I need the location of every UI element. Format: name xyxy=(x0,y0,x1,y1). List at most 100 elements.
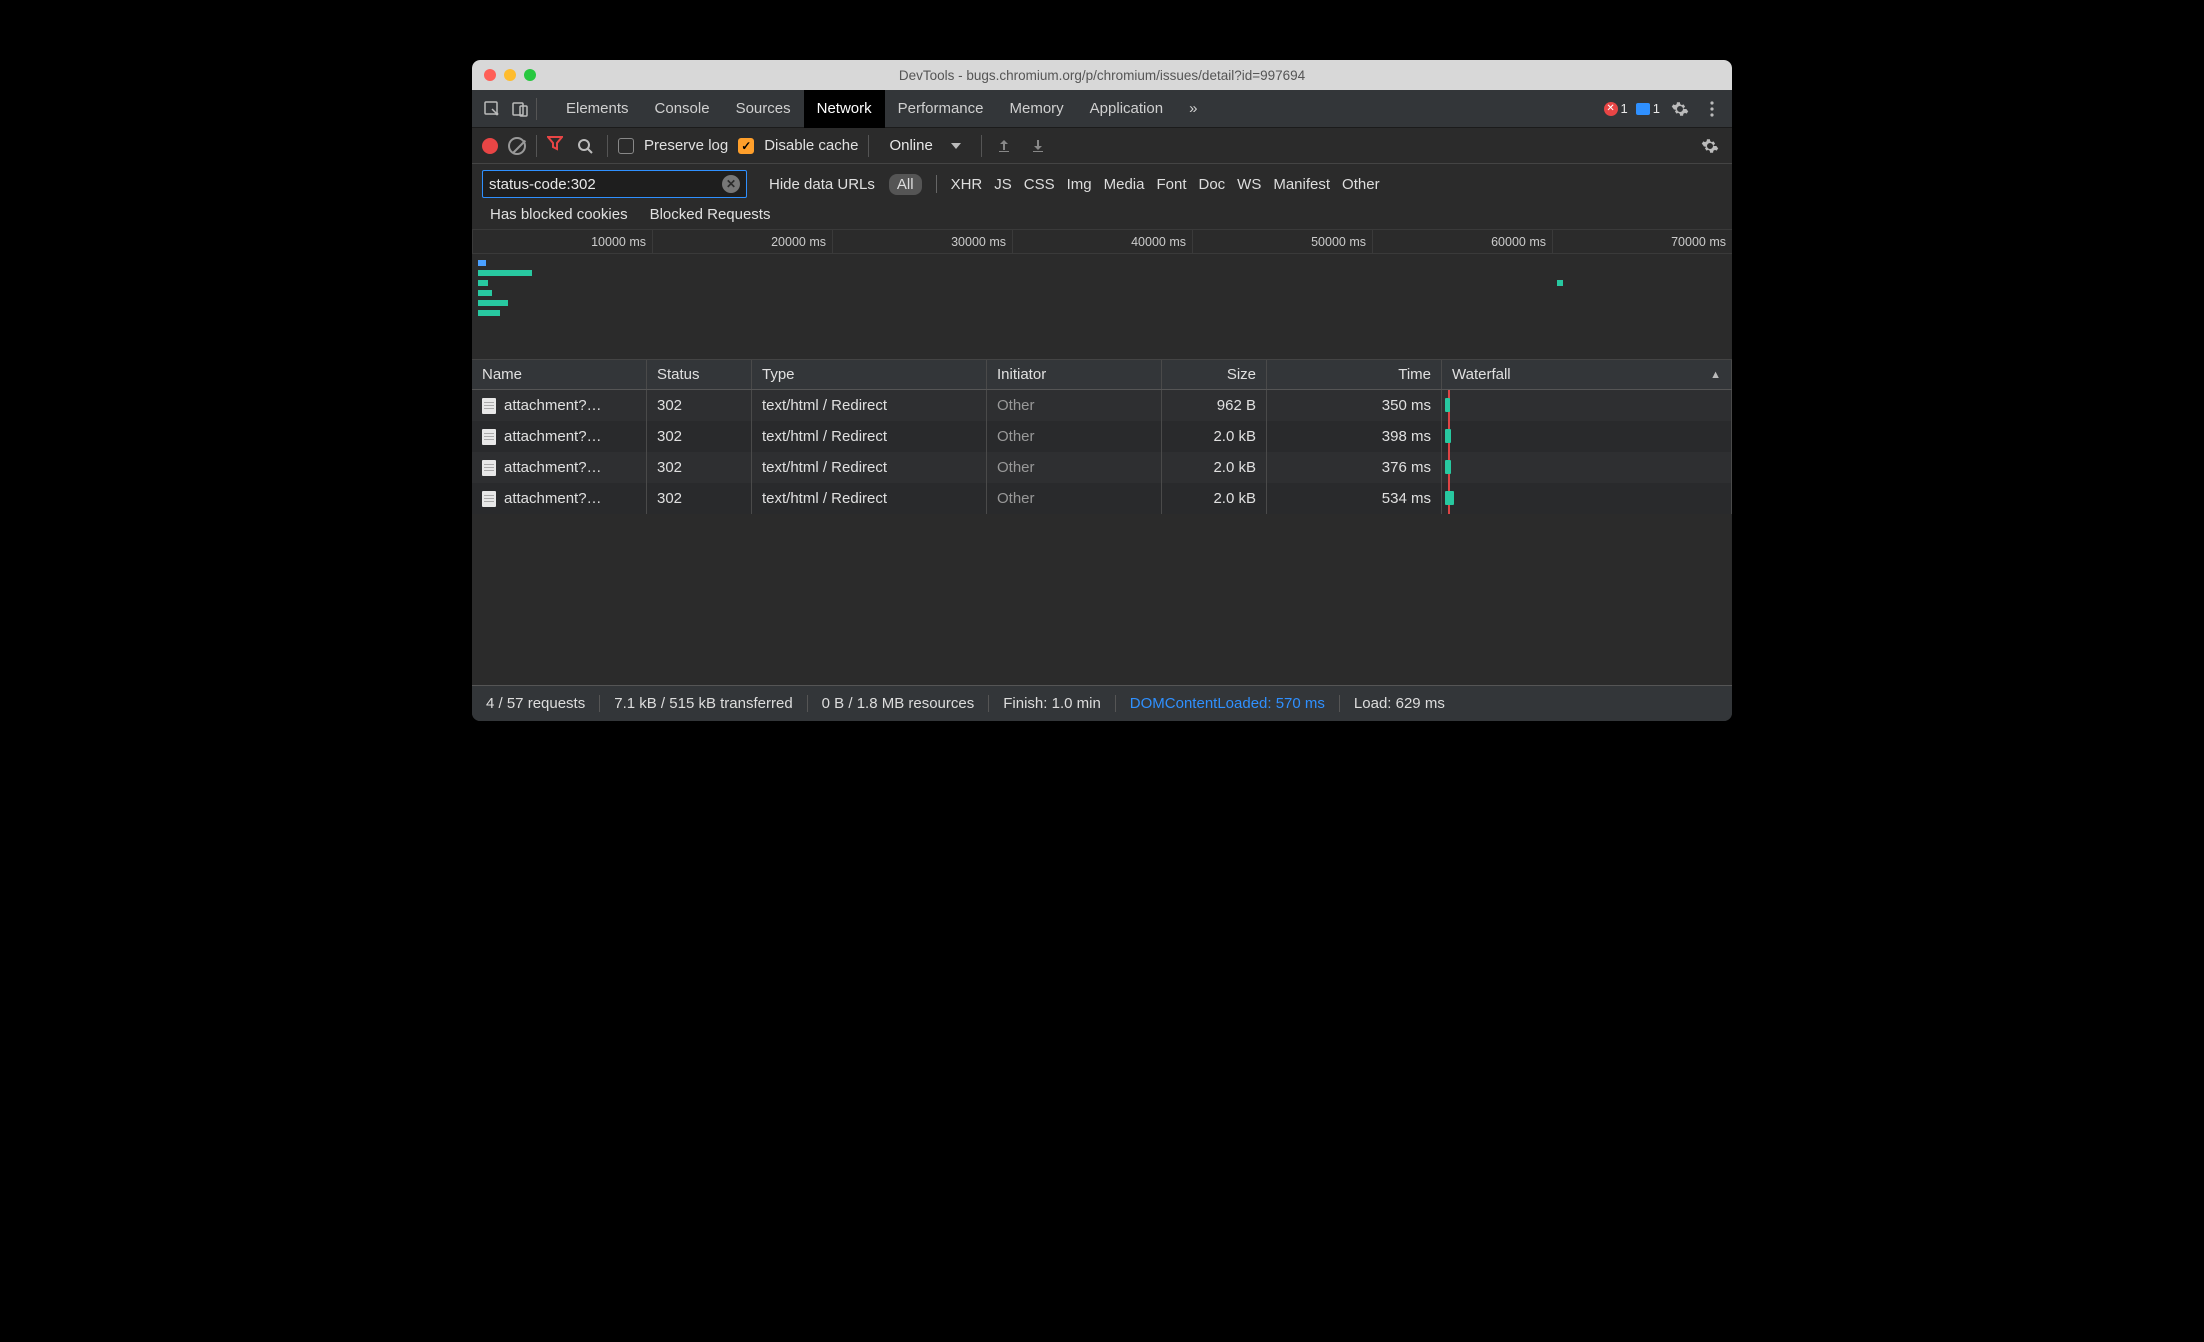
error-count: 1 xyxy=(1621,101,1628,116)
tab-elements[interactable]: Elements xyxy=(553,90,642,128)
cell-name: attachment?… xyxy=(504,459,602,476)
network-toolbar: Preserve log ✓ Disable cache Online xyxy=(472,128,1732,164)
tab-performance[interactable]: Performance xyxy=(885,90,997,128)
type-filter-manifest[interactable]: Manifest xyxy=(1273,176,1330,193)
error-badge[interactable]: ✕ 1 xyxy=(1604,101,1628,116)
file-icon xyxy=(482,429,496,445)
type-filter-js[interactable]: JS xyxy=(994,176,1012,193)
table-row[interactable]: attachment?… 302 text/html / Redirect Ot… xyxy=(472,421,1732,452)
type-filter-all[interactable]: All xyxy=(889,174,922,195)
cell-status: 302 xyxy=(647,483,752,514)
cell-size: 2.0 kB xyxy=(1162,452,1267,483)
cell-initiator: Other xyxy=(987,452,1162,483)
tab-console[interactable]: Console xyxy=(642,90,723,128)
cell-type: text/html / Redirect xyxy=(752,452,987,483)
table-row[interactable]: attachment?… 302 text/html / Redirect Ot… xyxy=(472,452,1732,483)
cell-time: 350 ms xyxy=(1267,390,1442,421)
filter-icon[interactable] xyxy=(547,135,563,156)
panel-tabs: Elements Console Sources Network Perform… xyxy=(553,90,1210,128)
clear-filter-icon[interactable]: ✕ xyxy=(722,175,740,193)
preserve-log-label: Preserve log xyxy=(644,137,728,154)
col-header-status[interactable]: Status xyxy=(647,360,752,389)
timeline-tick: 70000 ms xyxy=(1552,230,1732,253)
cell-size: 2.0 kB xyxy=(1162,483,1267,514)
timeline-tick: 40000 ms xyxy=(1012,230,1192,253)
cell-status: 302 xyxy=(647,390,752,421)
network-table-body: attachment?… 302 text/html / Redirect Ot… xyxy=(472,390,1732,685)
col-header-waterfall-label: Waterfall xyxy=(1452,366,1511,383)
device-toggle-icon[interactable] xyxy=(508,97,532,121)
inspect-icon[interactable] xyxy=(480,97,504,121)
cell-size: 2.0 kB xyxy=(1162,421,1267,452)
timeline-overview[interactable]: 10000 ms 20000 ms 30000 ms 40000 ms 5000… xyxy=(472,230,1732,360)
file-icon xyxy=(482,491,496,507)
record-button[interactable] xyxy=(482,138,498,154)
table-row[interactable]: attachment?… 302 text/html / Redirect Ot… xyxy=(472,483,1732,514)
col-header-initiator[interactable]: Initiator xyxy=(987,360,1162,389)
panel-settings-icon[interactable] xyxy=(1698,134,1722,158)
col-header-size[interactable]: Size xyxy=(1162,360,1267,389)
timeline-bars xyxy=(478,260,532,316)
status-domcontentloaded: DOMContentLoaded: 570 ms xyxy=(1116,695,1340,712)
col-header-time[interactable]: Time xyxy=(1267,360,1442,389)
clear-button[interactable] xyxy=(508,137,526,155)
zoom-window-button[interactable] xyxy=(524,69,536,81)
tab-application[interactable]: Application xyxy=(1077,90,1176,128)
close-window-button[interactable] xyxy=(484,69,496,81)
settings-icon[interactable] xyxy=(1668,97,1692,121)
table-row[interactable]: attachment?… 302 text/html / Redirect Ot… xyxy=(472,390,1732,421)
cell-time: 376 ms xyxy=(1267,452,1442,483)
col-header-type[interactable]: Type xyxy=(752,360,987,389)
cell-type: text/html / Redirect xyxy=(752,483,987,514)
disable-cache-label: Disable cache xyxy=(764,137,858,154)
separator xyxy=(536,135,537,157)
separator xyxy=(936,175,937,193)
filter-input[interactable] xyxy=(489,176,716,193)
cell-name: attachment?… xyxy=(504,397,602,414)
cell-status: 302 xyxy=(647,421,752,452)
cell-name: attachment?… xyxy=(504,490,602,507)
type-filter-media[interactable]: Media xyxy=(1104,176,1145,193)
window-title: DevTools - bugs.chromium.org/p/chromium/… xyxy=(472,68,1732,83)
separator xyxy=(868,135,869,157)
tab-memory[interactable]: Memory xyxy=(997,90,1077,128)
download-har-icon[interactable] xyxy=(1026,134,1050,158)
separator xyxy=(536,98,537,120)
timeline-tick: 10000 ms xyxy=(472,230,652,253)
blocked-requests-label: Blocked Requests xyxy=(650,206,771,223)
disable-cache-checkbox[interactable]: ✓ xyxy=(738,138,754,154)
type-filter-css[interactable]: CSS xyxy=(1024,176,1055,193)
throttling-value: Online xyxy=(889,137,932,154)
upload-har-icon[interactable] xyxy=(992,134,1016,158)
col-header-name[interactable]: Name xyxy=(472,360,647,389)
info-badge[interactable]: 1 xyxy=(1636,101,1660,116)
error-icon: ✕ xyxy=(1604,102,1618,116)
type-filter-img[interactable]: Img xyxy=(1067,176,1092,193)
tab-network[interactable]: Network xyxy=(804,90,885,128)
preserve-log-checkbox[interactable] xyxy=(618,138,634,154)
col-header-waterfall[interactable]: Waterfall ▲ xyxy=(1442,360,1732,389)
type-filter-xhr[interactable]: XHR xyxy=(951,176,983,193)
tabs-overflow-button[interactable]: » xyxy=(1176,90,1210,128)
search-icon[interactable] xyxy=(573,134,597,158)
type-filter-ws[interactable]: WS xyxy=(1237,176,1261,193)
separator xyxy=(607,135,608,157)
file-icon xyxy=(482,398,496,414)
cell-waterfall xyxy=(1442,421,1732,452)
traffic-lights xyxy=(472,69,536,81)
hide-data-urls-label: Hide data URLs xyxy=(769,176,875,193)
type-filter-doc[interactable]: Doc xyxy=(1198,176,1225,193)
throttling-select[interactable]: Online xyxy=(879,137,970,154)
tab-sources[interactable]: Sources xyxy=(723,90,804,128)
sort-indicator-icon: ▲ xyxy=(1710,369,1721,381)
filter-bar: ✕ Hide data URLs All XHR JS CSS Img Medi… xyxy=(472,164,1732,230)
devtools-window: DevTools - bugs.chromium.org/p/chromium/… xyxy=(472,60,1732,721)
status-resources: 0 B / 1.8 MB resources xyxy=(808,695,990,712)
network-table-header: Name Status Type Initiator Size Time Wat… xyxy=(472,360,1732,390)
info-count: 1 xyxy=(1653,101,1660,116)
type-filter-other[interactable]: Other xyxy=(1342,176,1380,193)
minimize-window-button[interactable] xyxy=(504,69,516,81)
kebab-menu-icon[interactable] xyxy=(1700,97,1724,121)
timeline-marker xyxy=(1557,280,1563,286)
type-filter-font[interactable]: Font xyxy=(1156,176,1186,193)
